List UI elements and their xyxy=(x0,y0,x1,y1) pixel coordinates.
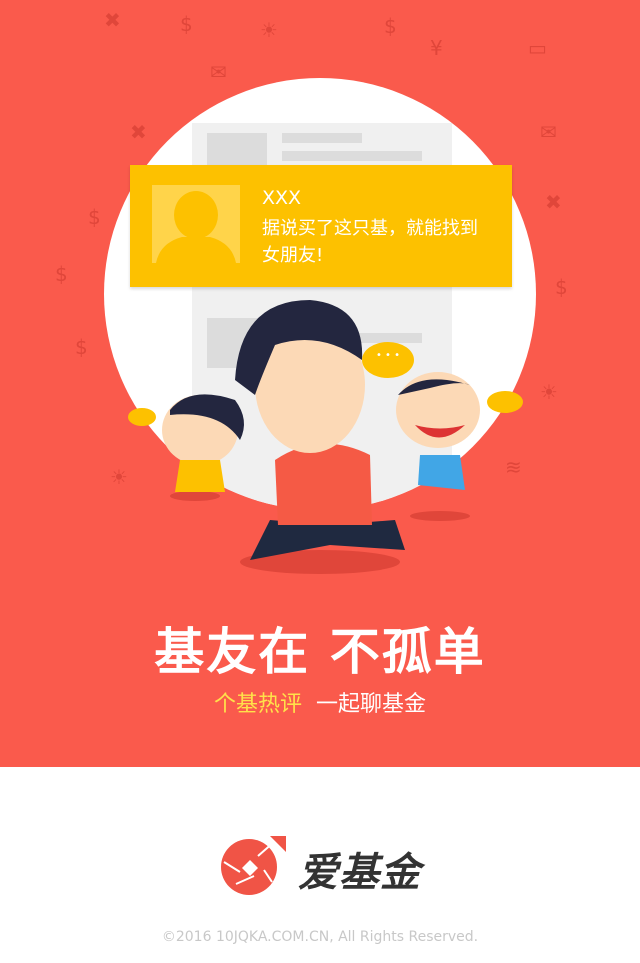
avatar-placeholder-icon xyxy=(152,185,240,263)
subtitle: 个基热评 一起聊基金 xyxy=(0,686,640,718)
brand-logo-icon xyxy=(220,832,290,896)
subtitle-text: 一起聊基金 xyxy=(316,692,427,717)
commenter-name: XXX xyxy=(262,187,302,209)
brand-name: 爱基金 xyxy=(298,850,421,896)
headline: 基友在 不孤单 xyxy=(154,623,486,681)
comment-text: 据说买了这只基，就能找到女朋友! xyxy=(262,218,478,266)
splash-hero: ✖ $ ☀ $ ¥ ▭ ✉ ✖ $ $ $ ✉ ✖ $ ☀ ≋ ☀ • • • … xyxy=(0,0,640,767)
subtitle-highlight: 个基热评 xyxy=(213,692,302,717)
speech-bubble-dots: • • • xyxy=(375,350,401,361)
copyright: ©2016 10JQKA.COM.CN, All Rights Reserved… xyxy=(161,929,479,945)
comment-card: XXX 据说买了这只基，就能找到女朋友! xyxy=(130,165,512,287)
